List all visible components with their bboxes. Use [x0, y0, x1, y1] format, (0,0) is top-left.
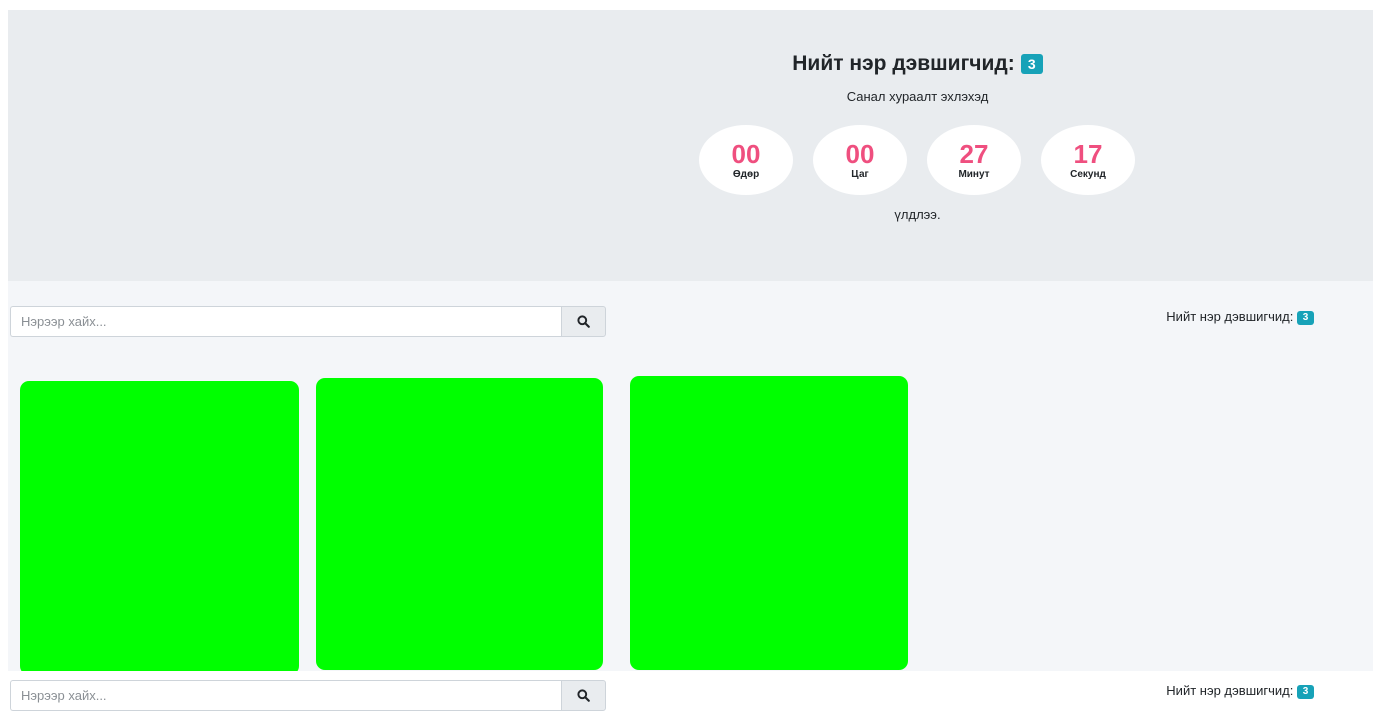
hero-subtitle: Санал хураалт эхлэхэд	[846, 89, 989, 104]
hero-title-label: Нийт нэр дэвшигчид:	[792, 52, 1015, 75]
search-bar	[10, 306, 606, 337]
hero-section	[8, 10, 1373, 281]
total-candidates-badge: 3	[1297, 684, 1314, 699]
countdown-minutes-label: Минут	[958, 168, 990, 180]
countdown-seconds: 17 Секунд	[1041, 125, 1135, 195]
countdown-timer: 00 Өдөр 00 Цаг 27 Минут 17 Секунд	[699, 125, 1135, 195]
search-bar-bottom	[10, 680, 606, 711]
candidate-card[interactable]	[630, 376, 908, 670]
countdown-days: 00 Өдөр	[699, 125, 793, 195]
hero-title: Нийт нэр дэвшигчид: 3	[690, 52, 1145, 76]
candidate-card[interactable]	[20, 381, 299, 675]
total-candidates-bottom: Нийт нэр дэвшигчид: 3	[1166, 683, 1314, 699]
search-button[interactable]	[561, 306, 606, 337]
candidate-card[interactable]	[316, 378, 603, 670]
countdown-minutes: 27 Минут	[927, 125, 1021, 195]
search-button-bottom[interactable]	[561, 680, 606, 711]
total-candidates-badge: 3	[1297, 310, 1314, 325]
countdown-days-value: 00	[731, 138, 761, 169]
search-input-bottom[interactable]	[10, 680, 561, 711]
total-candidates: Нийт нэр дэвшигчид: 3	[1166, 309, 1314, 325]
countdown-days-label: Өдөр	[732, 168, 760, 180]
candidate-count-badge: 3	[1020, 54, 1043, 74]
total-candidates-label: Нийт нэр дэвшигчид:	[1166, 683, 1294, 698]
countdown-hours-label: Цаг	[851, 168, 869, 180]
countdown-minutes-value: 27	[959, 138, 989, 169]
countdown-seconds-value: 17	[1073, 138, 1103, 169]
countdown-hours: 00 Цаг	[813, 125, 907, 195]
total-candidates-label: Нийт нэр дэвшигчид:	[1166, 309, 1294, 324]
search-icon	[577, 315, 590, 328]
countdown-remaining-text: үлдлээ.	[894, 207, 941, 222]
search-input[interactable]	[10, 306, 561, 337]
countdown-seconds-label: Секунд	[1070, 168, 1106, 180]
countdown-hours-value: 00	[845, 138, 875, 169]
search-icon	[577, 689, 590, 702]
